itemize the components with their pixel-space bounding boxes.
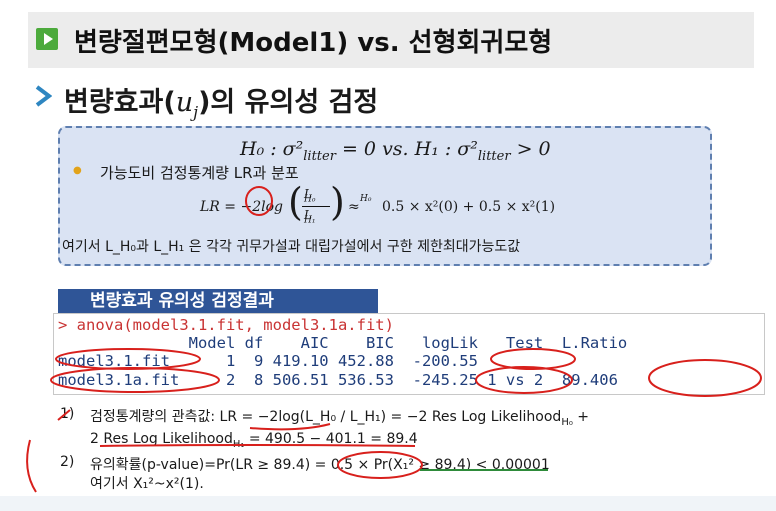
lr-note: 여기서 L_H₀과 L_H₁ 은 각각 귀무가설과 대립가설에서 구한 제한최대… <box>62 239 521 255</box>
note-2-text: 유의확률(p-value)=Pr(LR ≥ 89.4) = 0.5 × Pr(X… <box>90 457 550 473</box>
lr-title: 가능도비 검정통계량 LR과 분포 <box>100 164 299 182</box>
anova-column-headers: Model df AIC BIC logLik Test L.Ratio <box>58 334 628 352</box>
anova-row-model1: model3.1.fit 1 9 419.10 452.88 -200.55 <box>58 352 478 370</box>
slide-title: 변량절편모형(Model1) vs. 선형회귀모형 <box>74 28 553 58</box>
hypothesis-statement: H₀ : σ²litter = 0 vs. H₁ : σ²litter > 0 <box>240 138 551 164</box>
chevron-right-icon <box>35 85 52 107</box>
note-1-continued: 2 Res Log LikelihoodH₁ = 490.5 − 401.1 =… <box>90 431 418 450</box>
note-1-text: 검정통계량의 관측값: LR = −2log(L_H₀ / L_H₁) = −2… <box>90 409 590 428</box>
note-1-label: 1) <box>60 406 75 422</box>
note-2-label: 2) <box>60 454 75 470</box>
footer-strip <box>0 496 776 511</box>
result-notes: 1) 검정통계량의 관측값: LR = −2log(L_H₀ / L_H₁) =… <box>48 398 768 498</box>
anova-output: > anova(model3.1.fit, model3.1a.fit) Mod… <box>53 313 765 395</box>
lr-formula: LR = −2log ( L H₀ L H₁ ) ≈ H₀ 0.5 × x²(0) … <box>200 180 556 226</box>
section-heading: 변량효과(uj)의 유의성 검정 <box>64 87 379 122</box>
note-2-continued: 여기서 X₁²~x²(1). <box>90 476 204 492</box>
slide-title-bar: 변량절편모형(Model1) vs. 선형회귀모형 <box>28 12 754 68</box>
anova-row-model1a: model3.1a.fit 2 8 506.51 536.53 -245.25 … <box>58 371 618 389</box>
results-header: 변량효과 유의성 검정결과 <box>58 289 378 313</box>
hypothesis-box: H₀ : σ²litter = 0 vs. H₁ : σ²litter > 0 … <box>58 126 712 266</box>
anova-command: > anova(model3.1.fit, model3.1a.fit) <box>58 316 394 334</box>
play-square-icon <box>36 28 58 50</box>
bullet-icon: ● <box>73 165 82 176</box>
